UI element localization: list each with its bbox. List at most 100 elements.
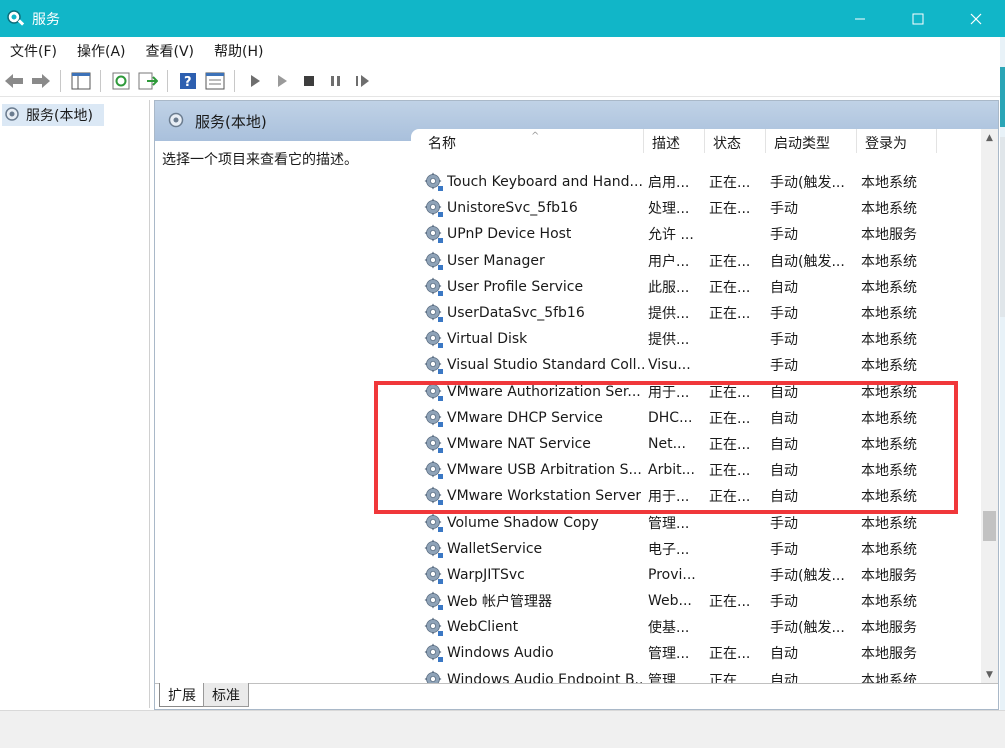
- background-window-edge: [1000, 37, 1005, 748]
- service-status: 正在...: [709, 672, 751, 683]
- table-row[interactable]: Windows Audio Endpoint B... 管理... 正在... 自动 本…: [411, 667, 981, 683]
- menu-view[interactable]: 查看(V): [136, 41, 205, 61]
- menu-help[interactable]: 帮助(H): [204, 41, 273, 61]
- help-icon: ?: [180, 72, 196, 90]
- service-startup-type: 手动(触发...: [770, 620, 845, 637]
- table-row[interactable]: Touch Keyboard and Hand... 启用... 正在... 手动(触…: [411, 169, 981, 195]
- restart-service-button[interactable]: [350, 68, 376, 94]
- scroll-down-icon[interactable]: ▼: [981, 666, 998, 683]
- show-console-tree-button[interactable]: [68, 68, 94, 94]
- maximize-button[interactable]: [889, 0, 947, 37]
- service-startup-type: 自动: [770, 672, 798, 683]
- service-logon-as: 本地系统: [861, 515, 917, 532]
- service-startup-type: 手动: [770, 227, 798, 244]
- service-gear-icon: [424, 355, 443, 375]
- menu-action[interactable]: 操作(A): [67, 41, 136, 61]
- service-name-cell: Visual Studio Standard Coll...: [411, 354, 644, 376]
- service-gear-icon: [424, 251, 443, 270]
- service-startup-type: 自动: [770, 279, 798, 296]
- service-gear-icon: [424, 565, 443, 584]
- table-row[interactable]: WalletService 电子... 手动 本地系统: [411, 536, 981, 562]
- view-tabs: 扩展 标准: [155, 683, 998, 709]
- service-description: 提供...: [648, 306, 690, 323]
- service-logon-as: 本地系统: [861, 201, 917, 218]
- minimize-icon: [855, 18, 865, 19]
- column-header-status[interactable]: 状态: [705, 129, 766, 153]
- service-gear-icon: [424, 329, 443, 349]
- refresh-button[interactable]: [108, 68, 134, 94]
- scroll-thumb[interactable]: [983, 511, 996, 541]
- properties-icon: [205, 72, 225, 89]
- service-logon-as: 本地系统: [861, 279, 917, 296]
- pause-service-button[interactable]: [323, 68, 349, 94]
- service-name-cell: Volume Shadow Copy: [411, 512, 644, 534]
- tab-label: 扩展: [168, 687, 196, 704]
- service-description: 此服...: [648, 279, 690, 296]
- vertical-scrollbar[interactable]: ▲ ▼: [981, 129, 998, 683]
- column-header-logon-as[interactable]: 登录为: [857, 129, 937, 153]
- service-gear-icon: [424, 303, 443, 323]
- table-row[interactable]: User Profile Service 此服... 正在... 自动 本地系统: [411, 274, 981, 300]
- maximize-icon: [912, 13, 924, 24]
- minimize-button[interactable]: [831, 0, 889, 37]
- service-logon-as: 本地系统: [861, 672, 917, 683]
- service-gear-icon: [424, 224, 443, 244]
- column-header-description[interactable]: 描述: [644, 129, 705, 153]
- close-button[interactable]: [947, 0, 1005, 37]
- column-header-name[interactable]: ^ 名称: [411, 129, 644, 153]
- table-row[interactable]: Visual Studio Standard Coll... Visu... 手动 本…: [411, 352, 981, 378]
- service-description: Web...: [648, 593, 692, 610]
- service-gear-icon: [424, 172, 443, 192]
- tab-extended[interactable]: 扩展: [159, 683, 205, 707]
- service-status: 正在...: [709, 594, 751, 611]
- help-button[interactable]: ?: [175, 68, 201, 94]
- tab-standard[interactable]: 标准: [203, 683, 249, 707]
- menu-file[interactable]: 文件(F): [0, 41, 67, 61]
- service-name-cell: WalletService: [411, 538, 644, 560]
- service-name-cell: Touch Keyboard and Hand...: [411, 171, 644, 193]
- tree-item-label: 服务(本地): [26, 108, 93, 124]
- scroll-up-icon[interactable]: ▲: [981, 129, 998, 146]
- service-description: 提供...: [648, 332, 690, 349]
- services-gear-icon: [7, 9, 25, 26]
- table-row[interactable]: User Manager 用户... 正在... 自动(触发... 本地系统: [411, 248, 981, 274]
- service-gear-icon: [424, 198, 443, 218]
- pause-icon: [331, 75, 340, 86]
- table-row[interactable]: UnistoreSvc_5fb16 处理... 正在... 手动 本地系统: [411, 195, 981, 221]
- title-bar: 服务: [0, 0, 1005, 37]
- tree-item-services-local[interactable]: 服务(本地): [2, 104, 104, 126]
- service-startup-type: 手动: [770, 594, 798, 611]
- start-service-button[interactable]: [242, 68, 268, 94]
- service-name: Windows Audio: [447, 645, 554, 662]
- table-row[interactable]: WebClient 使基... 手动(触发... 本地服务: [411, 614, 981, 640]
- service-logon-as: 本地服务: [861, 646, 917, 663]
- service-name: Web 帐户管理器: [447, 594, 552, 611]
- table-row[interactable]: Virtual Disk 提供... 手动 本地系统: [411, 326, 981, 352]
- column-header-startup-type[interactable]: 启动类型: [766, 129, 857, 153]
- service-description: 允许 ...: [648, 227, 694, 244]
- column-header-label: 状态: [713, 136, 741, 152]
- start-service-alt-button[interactable]: [269, 68, 295, 94]
- properties-button[interactable]: [202, 68, 228, 94]
- service-name-cell: Windows Audio Endpoint B...: [411, 669, 644, 683]
- service-gear-icon: [424, 670, 442, 683]
- back-button[interactable]: [1, 68, 27, 94]
- table-row[interactable]: UPnP Device Host 允许 ... 手动 本地服务: [411, 221, 981, 247]
- service-logon-as: 本地系统: [861, 306, 917, 323]
- service-logon-as: 本地系统: [861, 594, 917, 611]
- table-row[interactable]: UserDataSvc_5fb16 提供... 正在... 手动 本地系统: [411, 300, 981, 326]
- service-startup-type: 手动: [770, 306, 798, 323]
- service-logon-as: 本地服务: [861, 567, 917, 584]
- service-startup-type: 手动: [770, 515, 798, 532]
- forward-arrow-icon: [32, 73, 50, 88]
- service-status: 正在...: [709, 646, 751, 663]
- service-startup-type: 手动: [770, 201, 798, 218]
- table-row[interactable]: Windows Audio 管理... 正在... 自动 本地服务: [411, 640, 981, 666]
- service-logon-as: 本地系统: [861, 332, 917, 349]
- table-row[interactable]: Web 帐户管理器 Web... 正在... 手动 本地系统: [411, 588, 981, 614]
- stop-service-button[interactable]: [296, 68, 322, 94]
- service-description: Visu...: [648, 357, 691, 374]
- export-list-button[interactable]: [135, 68, 161, 94]
- forward-button[interactable]: [28, 68, 54, 94]
- table-row[interactable]: WarpJITSvc Provi... 手动(触发... 本地服务: [411, 562, 981, 588]
